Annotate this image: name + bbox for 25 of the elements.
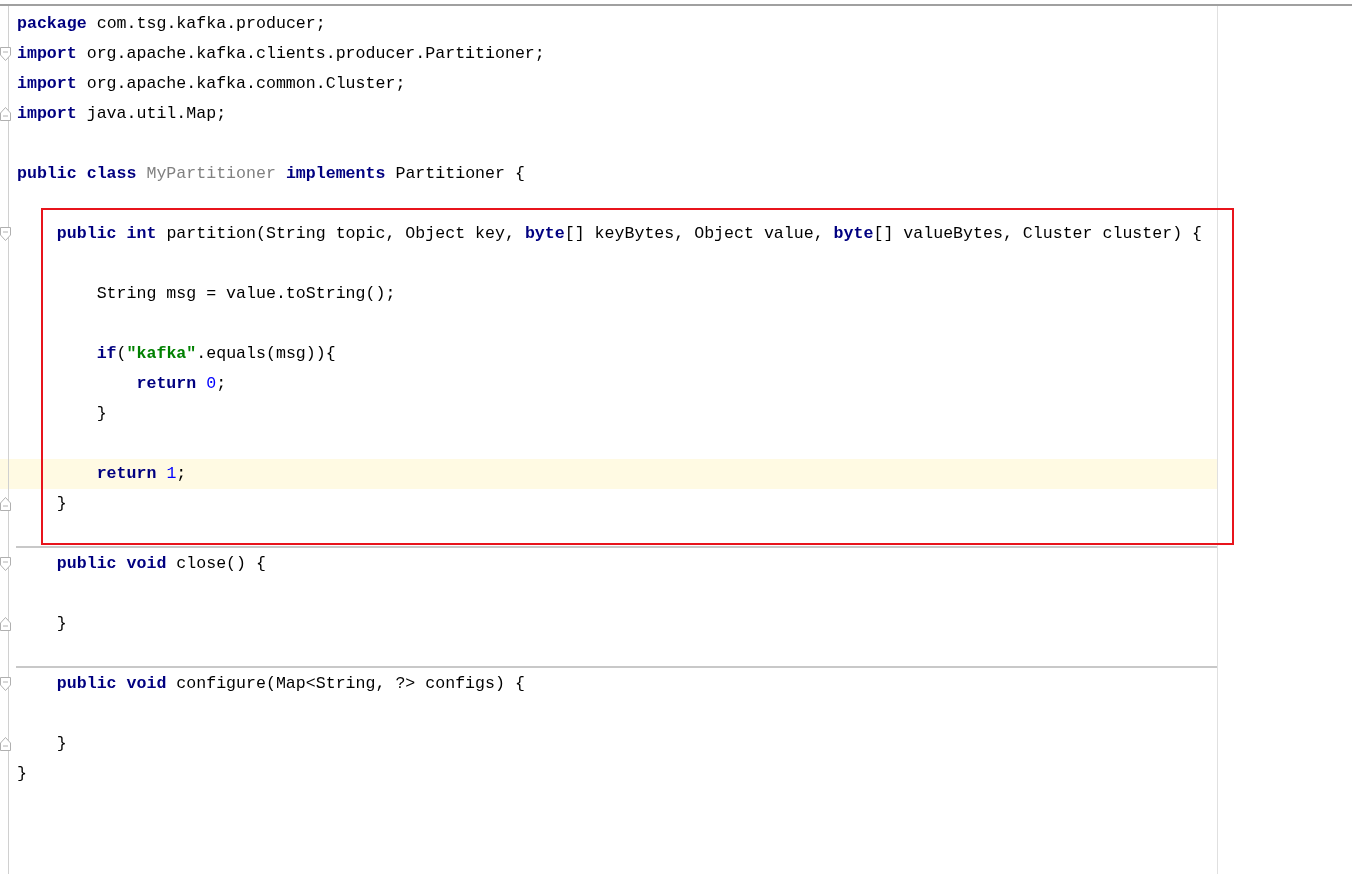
code-line: public int partition(String topic, Object key, byte[] keyBytes, Object value, byte[] valueBytes, Cluster cluster) { (55, 223, 1203, 245)
fold-marker-icon[interactable] (0, 677, 11, 691)
code-line: } (55, 493, 67, 515)
code-line: } (55, 733, 67, 755)
code-line: package com.tsg.kafka.producer; (16, 13, 326, 35)
fold-marker-icon[interactable] (0, 617, 11, 631)
code-line: return 0; (135, 373, 227, 395)
code-line: } (16, 763, 27, 785)
code-line: import org.apache.kafka.clients.producer.Partitioner; (16, 43, 545, 65)
code-line: } (95, 403, 107, 425)
code-line: if("kafka".equals(msg)){ (95, 343, 336, 365)
fold-marker-icon[interactable] (0, 107, 11, 121)
code-line: public void close() { (55, 553, 266, 575)
code-line: public void configure(Map<String, ?> configs) { (55, 673, 525, 695)
fold-marker-icon[interactable] (0, 737, 11, 751)
fold-marker-icon[interactable] (0, 557, 11, 571)
code-line: import java.util.Map; (16, 103, 227, 125)
code-line: public class MyPartitioner implements Partitioner { (16, 163, 525, 185)
fold-marker-icon[interactable] (0, 47, 11, 61)
fold-marker-icon[interactable] (0, 497, 11, 511)
code-line: return 1; (95, 463, 187, 485)
code-line: } (55, 613, 67, 635)
fold-marker-icon[interactable] (0, 227, 11, 241)
code-line: String msg = value.toString(); (95, 283, 396, 305)
code-line: import org.apache.kafka.common.Cluster; (16, 73, 406, 95)
